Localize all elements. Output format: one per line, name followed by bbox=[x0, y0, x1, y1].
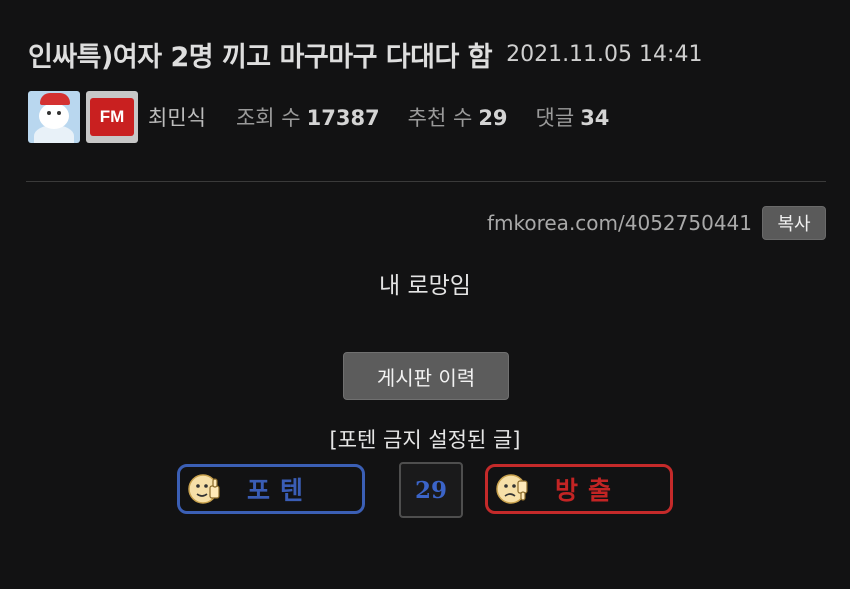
recommend-count: 추천 수 29 bbox=[408, 102, 508, 132]
vote-section: 포텐 29 방출 bbox=[177, 462, 677, 518]
poten-upvote-button[interactable]: 포텐 bbox=[177, 464, 365, 514]
thumbs-down-face-icon bbox=[496, 474, 528, 504]
recommend-count-value: 29 bbox=[478, 106, 508, 130]
view-count-value: 17387 bbox=[306, 106, 380, 130]
recommend-count-label: 추천 수 bbox=[407, 106, 473, 130]
upvote-label: 포텐 bbox=[246, 476, 313, 505]
board-history-button[interactable]: 게시판 이력 bbox=[343, 352, 509, 400]
thumbs-up-face-icon bbox=[188, 474, 220, 504]
post-meta: FM 최민식 조회 수 17387 추천 수 29 댓글 34 bbox=[28, 91, 609, 143]
post-title: 인싸특)여자 2명 끼고 마구마구 다대다 함 bbox=[28, 41, 493, 73]
header-divider bbox=[26, 181, 826, 182]
view-count: 조회 수 17387 bbox=[236, 102, 380, 132]
view-count-label: 조회 수 bbox=[235, 106, 301, 130]
comment-count-label: 댓글 bbox=[535, 106, 575, 130]
fm-level-icon: FM bbox=[86, 91, 138, 143]
post-body: 내 로망임 bbox=[379, 273, 471, 299]
release-downvote-button[interactable]: 방출 bbox=[485, 464, 673, 514]
post-url[interactable]: fmkorea.com/4052750441 bbox=[487, 211, 752, 235]
author-name[interactable]: 최민식 bbox=[148, 102, 206, 132]
post-header: 인싸특)여자 2명 끼고 마구마구 다대다 함 2021.11.05 14:41 bbox=[28, 34, 828, 74]
post-url-row: fmkorea.com/4052750441 복사 bbox=[487, 205, 826, 241]
comment-count[interactable]: 댓글 34 bbox=[536, 102, 610, 132]
downvote-label: 방출 bbox=[554, 476, 621, 505]
comment-count-value: 34 bbox=[580, 106, 610, 130]
post-date: 2021.11.05 14:41 bbox=[506, 41, 703, 67]
snowman-avatar-icon bbox=[28, 91, 80, 143]
vote-score: 29 bbox=[399, 462, 463, 518]
fm-logo-text: FM bbox=[90, 98, 134, 136]
copy-url-button[interactable]: 복사 bbox=[762, 206, 826, 240]
post-page: 인싸특)여자 2명 끼고 마구마구 다대다 함 2021.11.05 14:41… bbox=[0, 0, 850, 589]
poten-ban-notice: [포텐 금지 설정된 글] bbox=[329, 428, 521, 452]
